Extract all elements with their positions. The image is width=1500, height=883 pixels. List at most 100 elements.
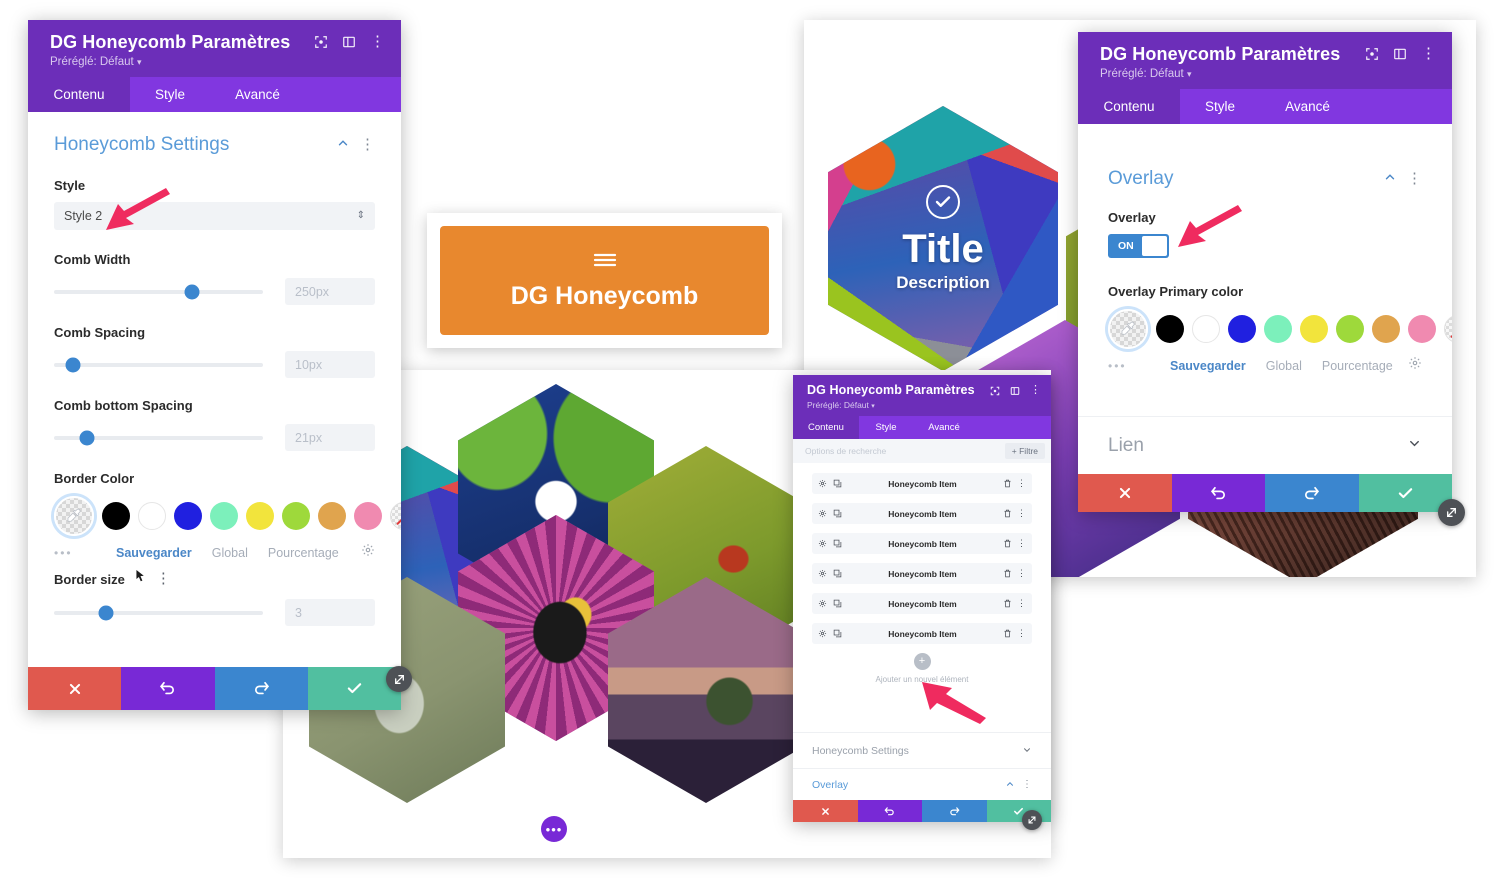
comb-spacing-slider[interactable]: [54, 357, 263, 372]
swatch-white[interactable]: [1192, 315, 1220, 343]
filter-button[interactable]: + Filtre: [1004, 443, 1045, 459]
cancel-button[interactable]: [28, 667, 122, 710]
comb-width-slider[interactable]: [54, 284, 263, 299]
tab-avance[interactable]: Avancé: [210, 77, 305, 112]
slider-knob[interactable]: [184, 284, 200, 299]
swatch-black[interactable]: [102, 502, 130, 530]
overlay-section-header[interactable]: Overlay ⋮: [1108, 168, 1422, 190]
gear-icon[interactable]: [818, 595, 827, 613]
layout-icon[interactable]: [1393, 47, 1407, 61]
kebab-menu-icon[interactable]: ⋮: [1017, 569, 1026, 578]
chevron-up-icon[interactable]: [336, 136, 350, 155]
left-panel-resize-handle[interactable]: [386, 666, 412, 692]
layout-icon[interactable]: [1010, 386, 1020, 396]
trash-icon[interactable]: [1003, 565, 1012, 583]
kebab-menu-icon[interactable]: ⋮: [156, 571, 171, 585]
comb-bottom-spacing-value[interactable]: 21px: [285, 424, 375, 451]
tab-style[interactable]: Style: [130, 77, 210, 112]
swatch-none[interactable]: [390, 502, 401, 530]
gear-icon[interactable]: [818, 625, 827, 643]
duplicate-icon[interactable]: [833, 475, 842, 493]
kebab-menu-icon[interactable]: ⋮: [1017, 599, 1026, 608]
style-select[interactable]: Style 2 ⇕: [54, 202, 375, 230]
comb-bottom-spacing-slider[interactable]: [54, 430, 263, 445]
swatch-yellow[interactable]: [246, 502, 274, 530]
collapsed-overlay[interactable]: Overlay ⋮: [793, 768, 1051, 800]
redo-button[interactable]: [214, 667, 308, 710]
tab-contenu[interactable]: Contenu: [1078, 89, 1180, 124]
slider-knob[interactable]: [65, 357, 81, 372]
left-panel-preset[interactable]: Préréglé: Défaut ▾: [50, 56, 314, 68]
link-global[interactable]: Global: [212, 546, 248, 560]
tab-style[interactable]: Style: [1180, 89, 1260, 124]
collapsed-honeycomb-settings[interactable]: Honeycomb Settings: [793, 732, 1051, 768]
undo-button[interactable]: [121, 667, 215, 710]
gear-icon[interactable]: [818, 535, 827, 553]
swatch-mint[interactable]: [1264, 315, 1292, 343]
chevron-down-icon[interactable]: [1407, 436, 1422, 456]
comb-width-value[interactable]: 250px: [285, 278, 375, 305]
table-row[interactable]: Honeycomb Item ⋮: [812, 563, 1032, 584]
save-button[interactable]: [1358, 474, 1452, 512]
dg-honeycomb-module-button[interactable]: DG Honeycomb: [440, 226, 769, 335]
swatch-none[interactable]: [1444, 315, 1452, 343]
link-sauvegarder[interactable]: Sauvegarder: [1170, 359, 1246, 373]
swatch-black[interactable]: [1156, 315, 1184, 343]
add-item-button[interactable]: +: [913, 653, 931, 670]
table-row[interactable]: Honeycomb Item ⋮: [812, 593, 1032, 614]
color-more-dots[interactable]: •••: [54, 546, 116, 560]
slider-knob[interactable]: [98, 605, 114, 620]
right-panel-resize-handle[interactable]: [1438, 499, 1465, 526]
color-more-dots[interactable]: •••: [1108, 359, 1170, 373]
trash-icon[interactable]: [1003, 625, 1012, 643]
swatch-orange[interactable]: [1372, 315, 1400, 343]
honeycomb-settings-section-header[interactable]: Honeycomb Settings ⋮: [54, 134, 375, 156]
table-row[interactable]: Honeycomb Item ⋮: [812, 533, 1032, 554]
trash-icon[interactable]: [1003, 475, 1012, 493]
color-picker-button[interactable]: [1108, 309, 1148, 349]
tab-avance[interactable]: Avancé: [1260, 89, 1355, 124]
gear-icon[interactable]: [818, 505, 827, 523]
search-input[interactable]: Options de recherche: [805, 446, 886, 456]
kebab-menu-icon[interactable]: ⋮: [1017, 509, 1026, 518]
kebab-menu-icon[interactable]: ⋮: [1030, 385, 1041, 396]
border-size-slider[interactable]: [54, 605, 263, 620]
duplicate-icon[interactable]: [833, 505, 842, 523]
gear-icon[interactable]: [818, 565, 827, 583]
link-sauvegarder[interactable]: Sauvegarder: [116, 546, 192, 560]
tab-style[interactable]: Style: [859, 416, 913, 439]
link-pourcentage[interactable]: Pourcentage: [1322, 359, 1393, 373]
border-size-value[interactable]: 3: [285, 599, 375, 626]
swatch-white[interactable]: [138, 502, 166, 530]
kebab-menu-icon[interactable]: ⋮: [1407, 171, 1422, 185]
color-picker-button[interactable]: [54, 496, 94, 536]
duplicate-icon[interactable]: [833, 565, 842, 583]
kebab-menu-icon[interactable]: ⋮: [1017, 479, 1026, 488]
chevron-down-icon[interactable]: [1022, 742, 1032, 760]
canvas-more-options-button[interactable]: •••: [541, 816, 567, 842]
swatch-yellow[interactable]: [1300, 315, 1328, 343]
redo-button[interactable]: [922, 800, 987, 822]
kebab-menu-icon[interactable]: ⋮: [1017, 539, 1026, 548]
redo-button[interactable]: [1265, 474, 1359, 512]
lien-section[interactable]: Lien: [1078, 416, 1452, 474]
slider-knob[interactable]: [79, 430, 95, 445]
swatch-blue[interactable]: [1228, 315, 1256, 343]
hero-hexagon-graffiti[interactable]: Title Description: [828, 106, 1058, 371]
duplicate-icon[interactable]: [833, 595, 842, 613]
swatch-mint[interactable]: [210, 502, 238, 530]
gear-icon[interactable]: [361, 543, 375, 562]
undo-button[interactable]: [857, 800, 922, 822]
gear-icon[interactable]: [818, 475, 827, 493]
link-global[interactable]: Global: [1266, 359, 1302, 373]
gear-icon[interactable]: [1408, 356, 1422, 375]
table-row[interactable]: Honeycomb Item ⋮: [812, 623, 1032, 644]
fullscreen-icon[interactable]: [314, 35, 328, 49]
trash-icon[interactable]: [1003, 595, 1012, 613]
chevron-up-icon[interactable]: [1005, 776, 1015, 794]
fullscreen-icon[interactable]: [990, 386, 1000, 396]
table-row[interactable]: Honeycomb Item ⋮: [812, 473, 1032, 494]
overlay-toggle[interactable]: ON: [1108, 234, 1169, 258]
undo-button[interactable]: [1171, 474, 1265, 512]
table-row[interactable]: Honeycomb Item ⋮: [812, 503, 1032, 524]
